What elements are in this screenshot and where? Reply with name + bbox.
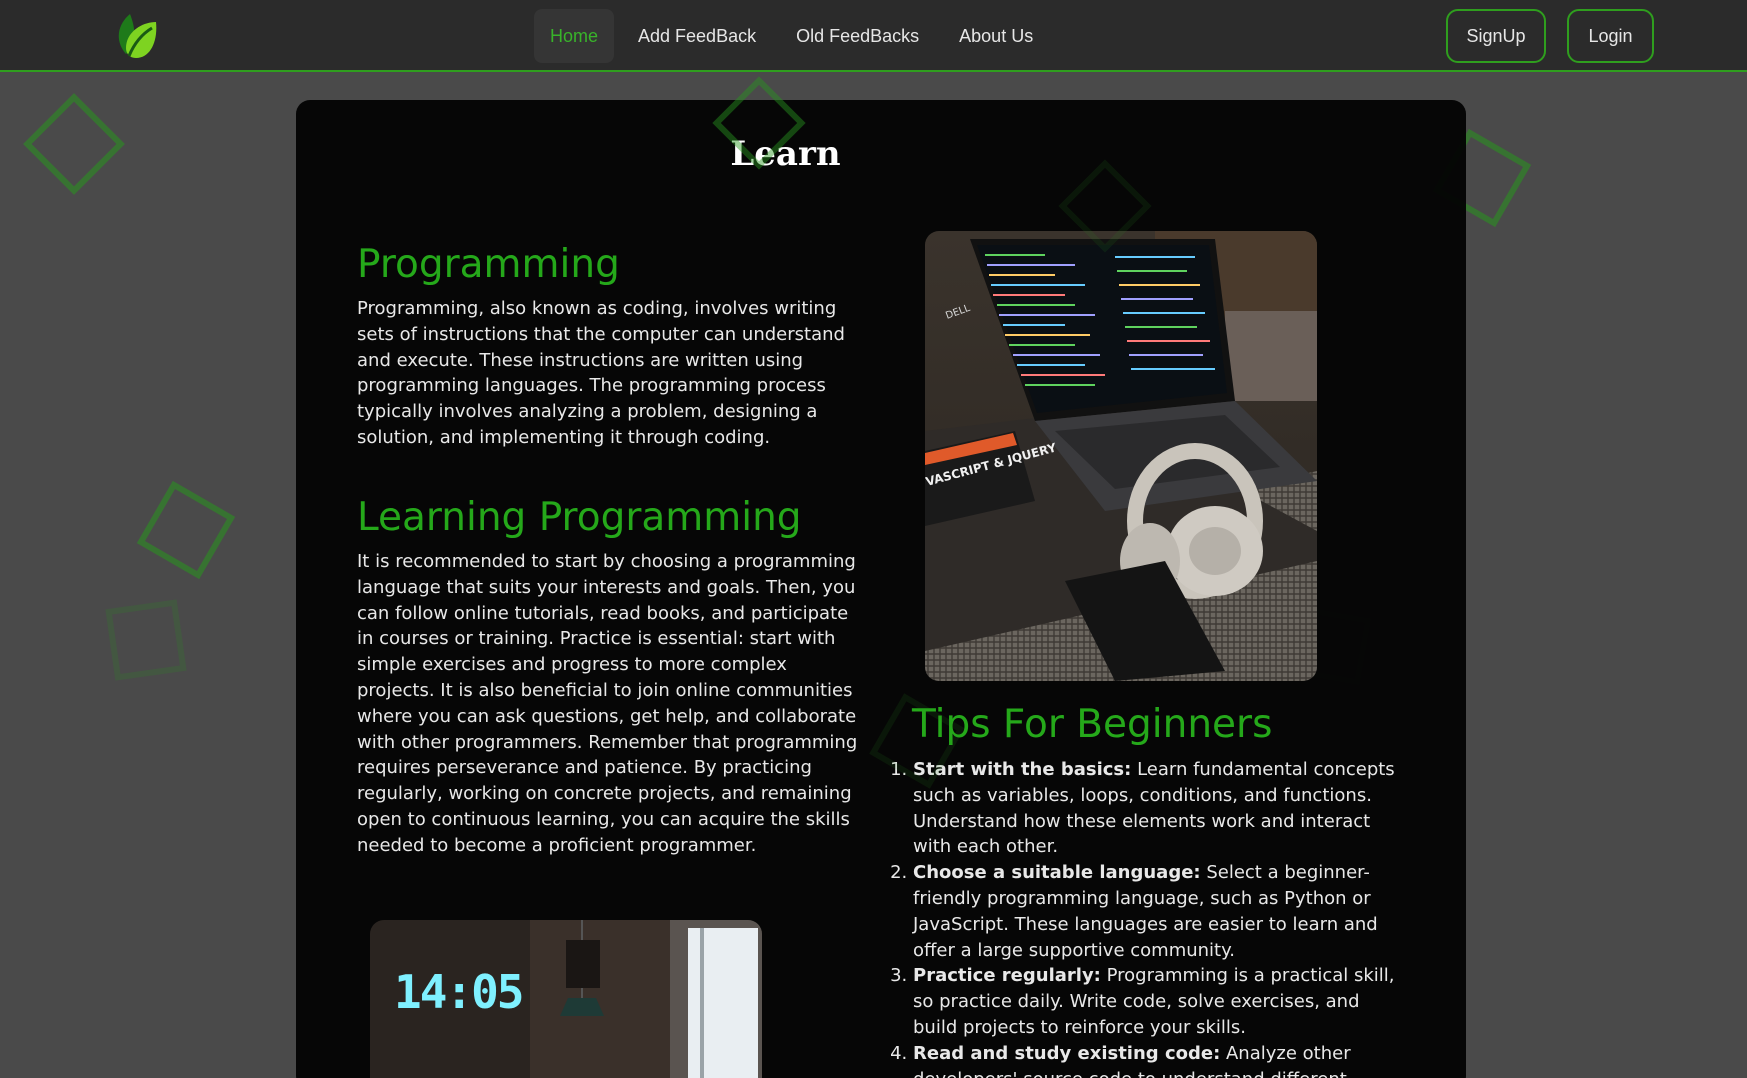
tips-list: Start with the basics: Learn fundamental… [887, 757, 1397, 1078]
list-item: Read and study existing code: Analyze ot… [913, 1041, 1397, 1078]
tip-title: Read and study existing code: [913, 1042, 1221, 1064]
nav-about-us-link[interactable]: About Us [943, 9, 1049, 63]
nav-add-feedback-link[interactable]: Add FeedBack [622, 9, 772, 63]
navbar: Home Add FeedBack Old FeedBacks About Us… [0, 0, 1747, 72]
programming-text: Programming, also known as coding, invol… [357, 298, 845, 448]
programming-heading: Programming [357, 242, 620, 287]
learning-text: It is recommended to start by choosing a… [357, 551, 858, 856]
leaf-logo-icon[interactable] [112, 10, 162, 60]
clock-photo: 14:05 [370, 920, 762, 1078]
clock-time-text: 14:05 [394, 965, 522, 1019]
tip-title: Practice regularly: [913, 965, 1101, 987]
learning-heading: Learning Programming [357, 495, 802, 540]
nav-home-link[interactable]: Home [534, 9, 615, 63]
tips-heading: Tips For Beginners [912, 702, 1273, 747]
main-nav: Home Add FeedBack Old FeedBacks About Us [534, 9, 1049, 63]
list-item: Practice regularly: Programming is a pra… [913, 963, 1397, 1040]
decorative-square [105, 599, 187, 681]
laptop-photo: DELL VASCRIPT & JQUERY [925, 231, 1317, 681]
decorative-square [136, 480, 236, 580]
tip-title: Choose a suitable language: [913, 862, 1201, 884]
login-button[interactable]: Login [1567, 9, 1654, 63]
list-item: Choose a suitable language: Select a beg… [913, 860, 1397, 963]
signup-button[interactable]: SignUp [1446, 9, 1546, 63]
list-item: Start with the basics: Learn fundamental… [913, 757, 1397, 860]
tip-title: Start with the basics: [913, 759, 1132, 780]
nav-old-feedbacks-link[interactable]: Old FeedBacks [780, 9, 935, 63]
